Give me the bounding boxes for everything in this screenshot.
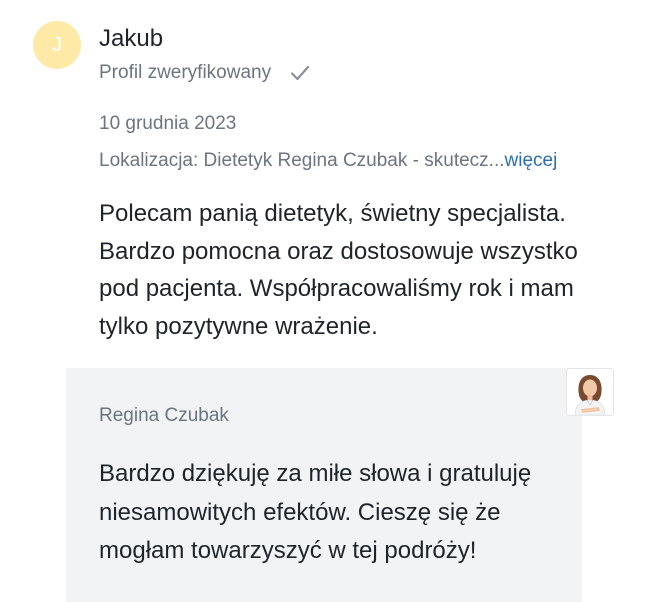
avatar-initial: J <box>52 33 62 56</box>
review-body: Polecam panią dietetyk, świetny specjali… <box>99 200 578 340</box>
reply-body: Bardzo dziękuję za miłe słowa i gratuluj… <box>99 460 532 564</box>
verified-label: Profil zweryfikowany <box>99 62 272 83</box>
more-link[interactable]: więcej <box>505 150 558 171</box>
check-icon <box>289 62 311 84</box>
review-date: 10 grudnia 2023 <box>99 113 237 134</box>
author-name: Jakub <box>99 25 164 52</box>
doctor-photo <box>566 368 614 416</box>
verified-profile: Profil zweryfikowany <box>99 61 311 85</box>
doctor-reply: Regina Czubak Bardzo dziękuję za miłe sł… <box>66 368 582 602</box>
review-location: Lokalizacja: Dietetyk Regina Czubak - sk… <box>99 148 557 174</box>
reply-author: Regina Czubak <box>99 405 229 426</box>
author-avatar: J <box>33 21 81 69</box>
location-text: Lokalizacja: Dietetyk Regina Czubak - sk… <box>99 150 505 171</box>
